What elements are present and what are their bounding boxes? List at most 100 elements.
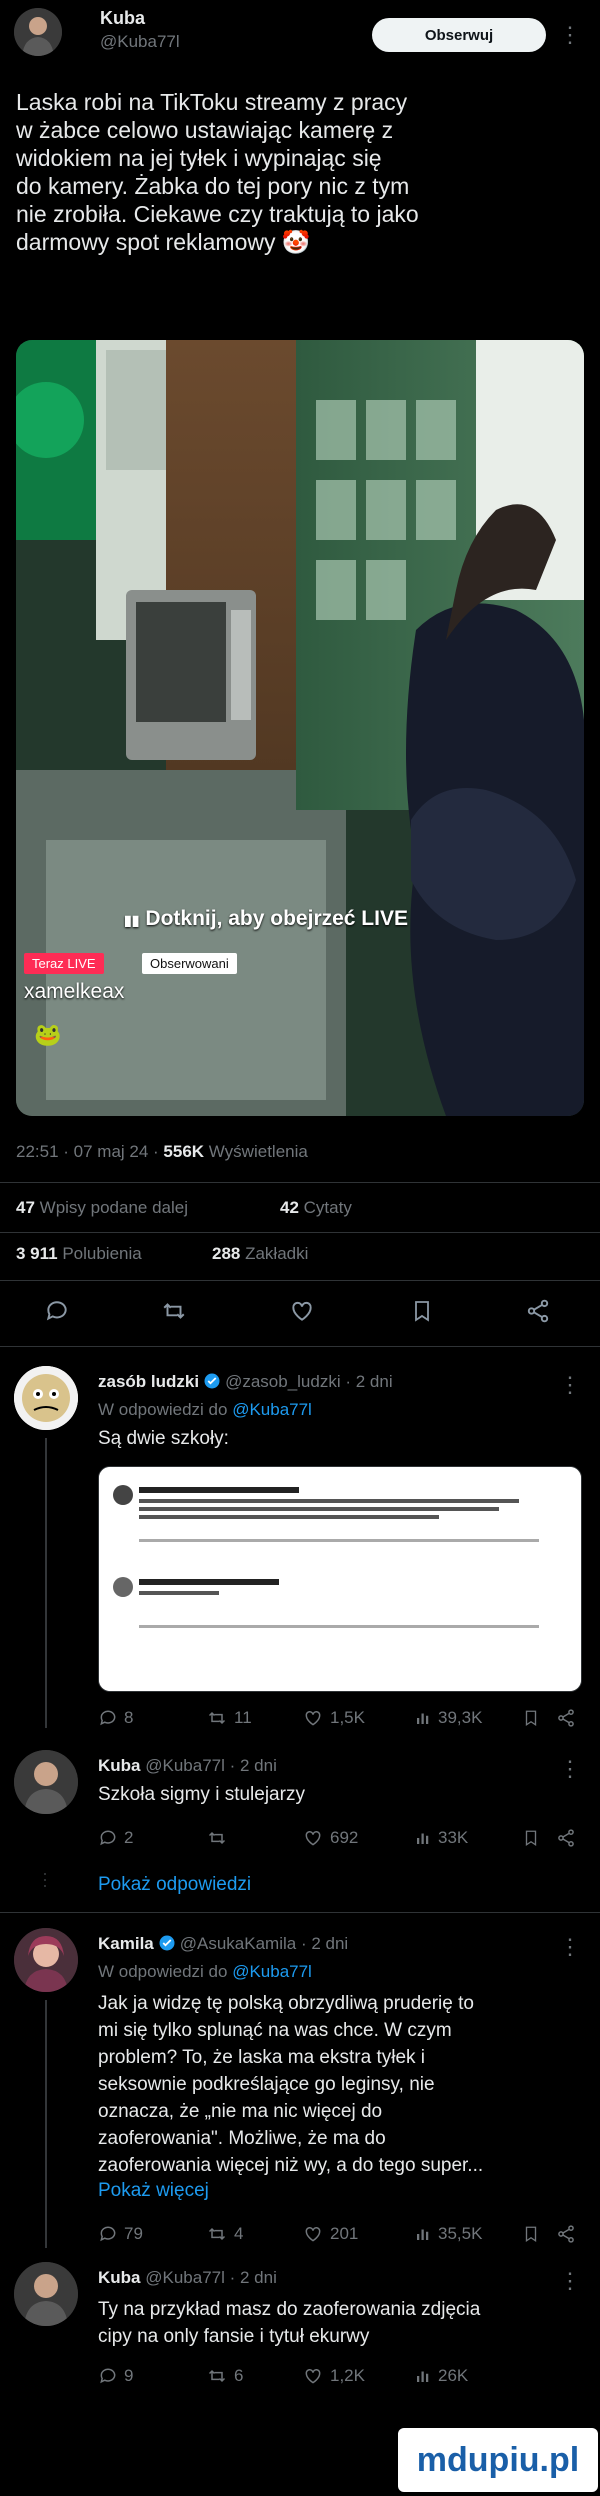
views-button[interactable]: 35,5K [414, 2224, 482, 2244]
bookmark-icon [525, 2226, 537, 2243]
author-handle[interactable]: @Kuba77l [100, 32, 180, 52]
more-options-icon[interactable]: ⋮ [559, 2270, 582, 2292]
reply-author-handle[interactable]: @Kuba77l [145, 1756, 225, 1775]
bookmark-button[interactable] [522, 1708, 540, 1728]
like-button[interactable]: 201 [302, 2224, 358, 2244]
cited-stat[interactable]: 42 Cytaty [280, 1198, 352, 1218]
like-button[interactable]: 1,2K [302, 2366, 365, 2386]
reply-avatar[interactable] [14, 1750, 78, 1814]
reply-text-line: zaoferowania". Możliwe, że ma do [98, 2128, 386, 2149]
views-button[interactable]: 33K [414, 1828, 468, 1848]
reply-button[interactable]: 79 [98, 2224, 143, 2244]
retweet-icon[interactable] [160, 1298, 188, 1324]
show-more-link[interactable]: Pokaż więcej [98, 2180, 209, 2202]
reply-avatar[interactable] [14, 2262, 78, 2326]
retweet-button[interactable]: 11 [206, 1708, 252, 1728]
share-icon [558, 1709, 574, 1727]
like-icon[interactable] [288, 1298, 316, 1324]
bookmark-icon[interactable] [410, 1298, 434, 1324]
bookmarks-stat[interactable]: 288 Zakładki [212, 1244, 308, 1264]
bookmark-icon [525, 1830, 537, 1847]
reply-icon [100, 2368, 116, 2384]
embedded-screenshot-image[interactable] [98, 1466, 582, 1692]
thread-line [45, 2000, 47, 2248]
like-icon [305, 1830, 321, 1846]
reply-to-link[interactable]: @Kuba77l [232, 1400, 312, 1419]
retweet-icon [208, 2369, 226, 2383]
retweet-icon [208, 2227, 226, 2241]
share-icon[interactable] [524, 1298, 552, 1324]
reply-text: Szkoła sigmy i stulejarzy [98, 1784, 305, 1805]
post-text-line: widokiem na jej tyłek i wypinając się [16, 145, 382, 171]
reply-to-link[interactable]: @Kuba77l [232, 1962, 312, 1981]
verified-badge-icon [204, 1373, 220, 1389]
live-overlay-text[interactable]: ▮▮ Dotknij, aby obejrzeć LIVE [124, 907, 408, 931]
reply-text-line: problem? To, że laska ma ekstra tyłek i [98, 2047, 426, 2068]
reply-header: zasób ludzki @zasob_ludzki · 2 dni [98, 1372, 393, 1391]
thread-line [45, 1438, 47, 1728]
quotes-stat[interactable]: 47 Wpisy podane dalej [16, 1198, 188, 1218]
reply-text-line: Ty na przykład masz do zaoferowania zdję… [98, 2299, 481, 2320]
more-options-icon[interactable]: ⋮ [559, 1936, 582, 1958]
main-action-bar [0, 1290, 600, 1334]
reply-button[interactable]: 8 [98, 1708, 133, 1728]
like-button[interactable]: 1,5K [302, 1708, 365, 1728]
reply-action-bar: 79 4 201 35,5K [98, 2222, 578, 2246]
show-replies-link[interactable]: Pokaż odpowiedzi [98, 1874, 251, 1896]
post-media-image[interactable]: ▮▮ Dotknij, aby obejrzeć LIVE Teraz LIVE … [16, 340, 584, 1116]
views-icon [417, 1713, 429, 1724]
post-text-line: nie zrobiła. Ciekawe czy traktują to jak… [16, 201, 419, 227]
reply-button[interactable]: 9 [98, 2366, 133, 2386]
reply-button[interactable]: 2 [98, 1828, 133, 1848]
reply-text-line: mi się tylko splunąć na was chce. W czym [98, 2020, 452, 2041]
reply-icon [100, 2226, 116, 2242]
reply-author-name[interactable]: zasób ludzki [98, 1372, 199, 1391]
reply-author-name[interactable]: Kuba [98, 2268, 141, 2287]
follow-button[interactable]: Obserwuj [372, 18, 546, 52]
live-badge: Teraz LIVE [24, 953, 104, 974]
reply-author-handle[interactable]: @Kuba77l [145, 2268, 225, 2287]
bookmark-button[interactable] [522, 2224, 540, 2244]
retweet-icon [208, 1831, 226, 1845]
reply-avatar[interactable] [14, 1928, 78, 1992]
more-options-icon[interactable]: ⋮ [559, 1374, 582, 1396]
reply-icon[interactable] [44, 1298, 70, 1324]
reply-icon [100, 1830, 116, 1846]
reply-avatar[interactable] [14, 1366, 78, 1430]
retweet-button[interactable]: 6 [206, 2366, 243, 2386]
share-icon [558, 2225, 574, 2243]
retweet-button[interactable]: 4 [206, 2224, 243, 2244]
author-avatar[interactable] [14, 8, 62, 56]
frog-icon: 🐸 [34, 1022, 62, 1047]
retweet-button[interactable] [206, 1828, 234, 1848]
bookmark-icon [525, 1710, 537, 1727]
reply-text: Ty na przykład masz do zaoferowania zdję… [98, 2296, 588, 2350]
more-options-icon[interactable]: ⋮ [559, 1758, 582, 1780]
reply-text: Jak ja widzę tę polską obrzydliwą pruder… [98, 1990, 588, 2179]
observed-badge: Obserwowani [142, 953, 237, 974]
like-button[interactable]: 692 [302, 1828, 358, 1848]
views-icon [417, 2229, 429, 2240]
reply-author-handle[interactable]: @AsukaKamila [180, 1934, 296, 1953]
share-button[interactable] [556, 1828, 576, 1848]
reply-header: Kuba @Kuba77l · 2 dni [98, 1756, 277, 1775]
like-icon [305, 2368, 321, 2384]
post-text-line: darmowy spot reklamowy 🤡 [16, 229, 311, 255]
reply-text-line: seksownie podkreślające go leginsy, nie [98, 2074, 435, 2095]
reply-header: Kuba @Kuba77l · 2 dni [98, 2268, 277, 2287]
reply-author-name[interactable]: Kamila [98, 1934, 154, 1953]
likes-stat[interactable]: 3 911 Polubienia [16, 1244, 142, 1264]
views-button[interactable]: 26K [414, 2366, 468, 2386]
like-icon [305, 2226, 321, 2242]
author-name[interactable]: Kuba [100, 8, 145, 29]
bookmark-button[interactable] [522, 1828, 540, 1848]
retweet-icon [208, 1711, 226, 1725]
views-button[interactable]: 39,3K [414, 1708, 482, 1728]
reply-author-handle[interactable]: @zasob_ludzki [225, 1372, 341, 1391]
share-button[interactable] [556, 1708, 576, 1728]
share-button[interactable] [556, 2224, 576, 2244]
more-options-icon[interactable]: ⋮ [559, 24, 582, 46]
reply-text-line: zaoferowania więcej niż wy, a do tego su… [98, 2155, 484, 2176]
reply-author-name[interactable]: Kuba [98, 1756, 141, 1775]
reply-action-bar: 9 6 1,2K 26K [98, 2364, 578, 2388]
